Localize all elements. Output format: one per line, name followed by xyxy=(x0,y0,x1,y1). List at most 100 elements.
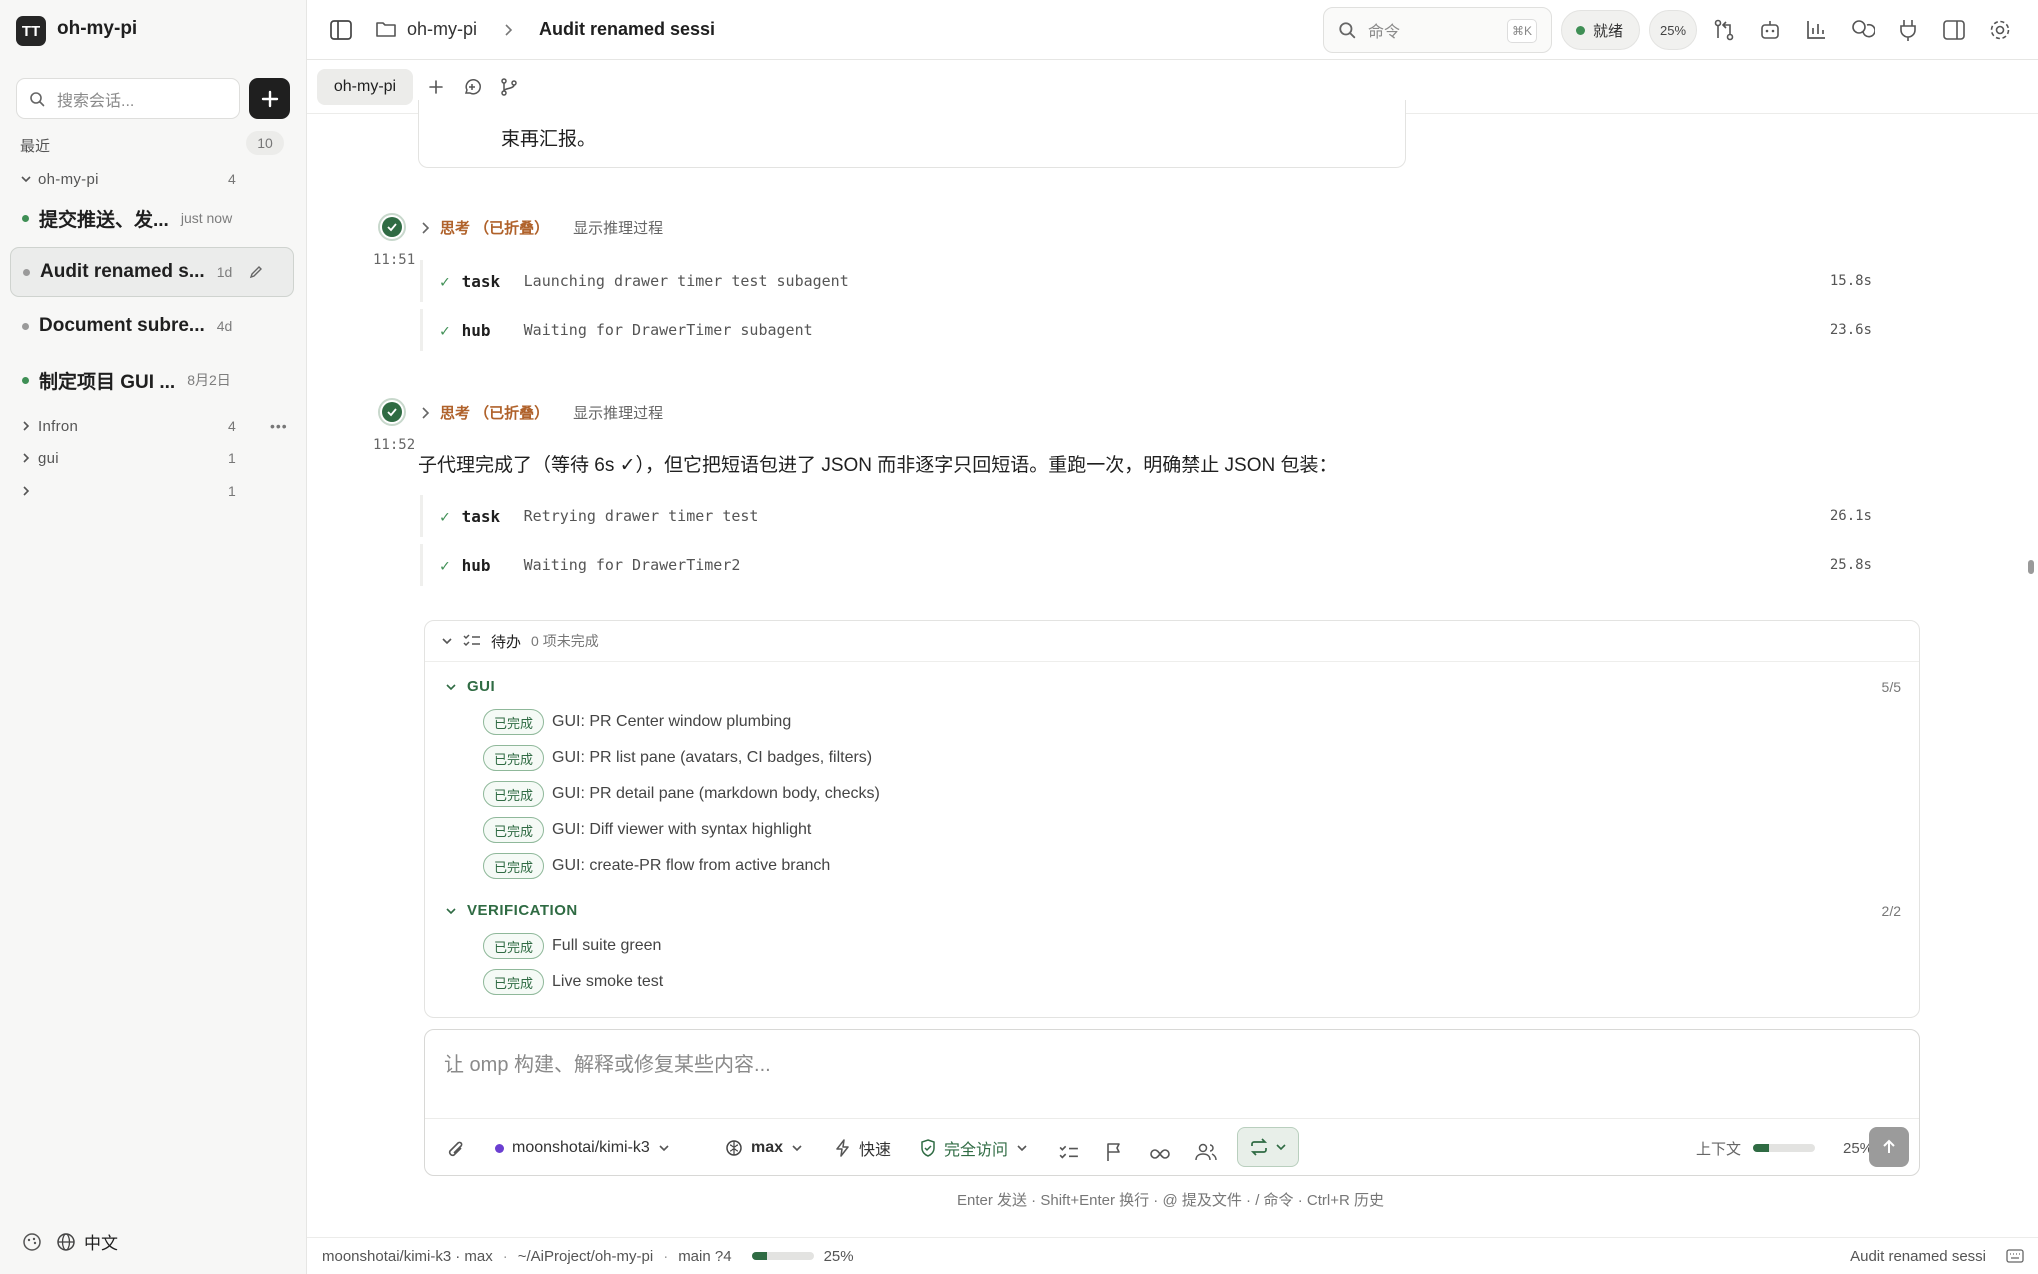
group-count: 1 xyxy=(228,483,237,499)
access-selector[interactable]: 完全访问 xyxy=(920,1133,1028,1163)
session-title: Document subre... xyxy=(39,315,205,336)
repeat-icon xyxy=(1250,1138,1268,1156)
group-infron[interactable]: Infron 4 ••• xyxy=(20,415,287,437)
tool-name: task xyxy=(461,506,501,526)
gear-icon[interactable] xyxy=(1987,17,2013,43)
thinking-toggle[interactable]: 思考 （已折叠） 显示推理过程 xyxy=(420,217,663,238)
group-oh-my-pi[interactable]: oh-my-pi 4 xyxy=(20,168,236,190)
session-item[interactable]: 制定项目 GUI ... 8月2日 xyxy=(10,355,294,405)
context-usage-badge[interactable]: 25% xyxy=(1649,10,1697,50)
bot-icon[interactable] xyxy=(1757,17,1783,43)
thinking-toggle[interactable]: 思考 （已折叠） 显示推理过程 xyxy=(420,402,663,423)
command-palette[interactable]: 命令 ⌘K xyxy=(1323,7,1552,53)
session-search-input[interactable]: 搜索会话... xyxy=(57,87,134,111)
app-name: oh-my-pi xyxy=(57,18,138,39)
show-reasoning-link[interactable]: 显示推理过程 xyxy=(573,402,663,423)
done-badge: 已完成 xyxy=(483,853,545,879)
status-path[interactable]: ~/AiProject/oh-my-pi xyxy=(518,1248,653,1265)
session-item[interactable]: 提交推送、发... just now xyxy=(10,193,294,243)
palette-icon[interactable] xyxy=(22,1232,42,1252)
thinking-label: 思考 （已折叠） xyxy=(440,220,550,237)
send-button[interactable] xyxy=(1869,1127,1909,1167)
status-effort: · max xyxy=(455,1247,493,1265)
model-name: moonshotai/kimi-k3 xyxy=(512,1139,650,1156)
loop-mode-button[interactable] xyxy=(1237,1127,1299,1167)
language-button[interactable]: 中文 xyxy=(56,1229,118,1254)
plug-icon[interactable] xyxy=(1895,17,1921,43)
arrow-up-icon xyxy=(1883,1139,1895,1153)
new-chat-icon[interactable] xyxy=(462,77,482,97)
more-icon[interactable]: ••• xyxy=(270,418,288,434)
model-selector[interactable]: moonshotai/kimi-k3 xyxy=(495,1133,670,1163)
group-gui[interactable]: gui 1 xyxy=(20,447,236,469)
chevron-right-icon xyxy=(505,24,513,36)
tool-call-row[interactable]: ✓ task Launching drawer timer test subag… xyxy=(420,260,1880,302)
chevron-down-icon xyxy=(792,1145,802,1152)
todo-item-text: GUI: Diff viewer with syntax highlight xyxy=(552,821,812,838)
tool-call-row[interactable]: ✓ task Retrying drawer timer test 26.1s xyxy=(420,495,1880,537)
group-count: 4 xyxy=(228,418,237,434)
toggle-sidebar-icon[interactable] xyxy=(329,18,353,42)
tool-duration: 25.8s xyxy=(1829,557,1872,573)
command-input[interactable]: 命令 xyxy=(1368,18,1400,42)
todo-item: 已完成 GUI: create-PR flow from active branc… xyxy=(483,853,830,879)
todo-summary: 0 项未完成 xyxy=(531,633,599,649)
assistant-message: 子代理完成了（等待 6s ✓），但它把短语包进了 JSON 而非逐字只回短语。重… xyxy=(418,455,1338,476)
context-bar xyxy=(1753,1144,1816,1152)
infinity-icon[interactable] xyxy=(1149,1139,1171,1169)
add-tab-icon[interactable] xyxy=(427,78,445,96)
composer: 让 omp 构建、解释或修复某些内容... moonshotai/kimi-k3… xyxy=(424,1029,1920,1176)
todo-header[interactable]: 待办 0 项未完成 xyxy=(425,621,1919,662)
previous-message-text: 束再汇报。 xyxy=(501,129,597,150)
session-status-dot xyxy=(23,268,30,276)
speed-toggle[interactable]: 快速 xyxy=(835,1133,891,1163)
git-compare-icon[interactable] xyxy=(1711,17,1737,43)
check-icon: ✓ xyxy=(440,506,450,526)
chevron-right-icon xyxy=(422,221,430,234)
session-item-active[interactable]: Audit renamed s... 1d xyxy=(10,247,294,297)
todo-section-verification[interactable]: VERIFICATION xyxy=(445,902,578,919)
breadcrumb-project[interactable]: oh-my-pi xyxy=(407,19,477,40)
section-count: 5/5 xyxy=(1881,679,1901,695)
users-icon[interactable] xyxy=(1195,1137,1217,1167)
section-count: 2/2 xyxy=(1881,903,1901,919)
app-logo: TT xyxy=(16,16,46,46)
list-checks-icon[interactable] xyxy=(1059,1138,1079,1168)
panel-right-icon[interactable] xyxy=(1941,17,1967,43)
effort-selector[interactable]: max xyxy=(725,1133,803,1163)
top-bar: oh-my-pi Audit renamed sessi 命令 ⌘K 就绪 25… xyxy=(307,0,2038,60)
status-context-bar xyxy=(751,1252,814,1260)
flag-icon[interactable] xyxy=(1105,1137,1123,1167)
group-name: oh-my-pi xyxy=(38,170,99,188)
chevron-right-icon xyxy=(422,406,430,419)
tab-oh-my-pi[interactable]: oh-my-pi xyxy=(317,69,413,105)
status-model: moonshotai/kimi-k3 xyxy=(322,1247,452,1265)
keyboard-icon[interactable] xyxy=(2006,1249,2024,1263)
session-search[interactable]: 搜索会话... xyxy=(16,78,240,119)
tool-call-row[interactable]: ✓ hub Waiting for DrawerTimer2 25.8s xyxy=(420,544,1880,586)
done-badge: 已完成 xyxy=(483,781,545,807)
group-unnamed[interactable]: 1 xyxy=(20,480,236,502)
prompt-input[interactable]: 让 omp 构建、解释或修复某些内容... xyxy=(444,1048,771,1077)
section-name: GUI xyxy=(467,678,496,695)
command-shortcut: ⌘K xyxy=(1507,19,1537,43)
status-branch[interactable]: main ?4 xyxy=(678,1248,731,1265)
todo-item: 已完成 Live smoke test xyxy=(483,969,663,995)
new-session-button[interactable] xyxy=(249,78,290,119)
git-branch-icon[interactable] xyxy=(499,77,519,97)
scrollbar-thumb[interactable] xyxy=(2028,560,2034,574)
bar-chart-icon[interactable] xyxy=(1803,17,1829,43)
coins-icon[interactable] xyxy=(1849,17,1875,43)
show-reasoning-link[interactable]: 显示推理过程 xyxy=(573,217,663,238)
tool-duration: 23.6s xyxy=(1829,322,1872,338)
tool-name: hub xyxy=(461,320,491,340)
todo-section-gui[interactable]: GUI xyxy=(445,678,495,695)
session-item[interactable]: Document subre... 4d xyxy=(10,301,294,351)
chevron-right-icon xyxy=(23,421,30,431)
todo-item: 已完成 GUI: Diff viewer with syntax highligh… xyxy=(483,817,811,843)
group-count: 4 xyxy=(228,171,237,187)
paperclip-icon[interactable] xyxy=(445,1136,467,1166)
tool-duration: 15.8s xyxy=(1829,273,1872,289)
tool-call-row[interactable]: ✓ hub Waiting for DrawerTimer subagent 2… xyxy=(420,309,1880,351)
pencil-icon[interactable] xyxy=(248,264,264,280)
